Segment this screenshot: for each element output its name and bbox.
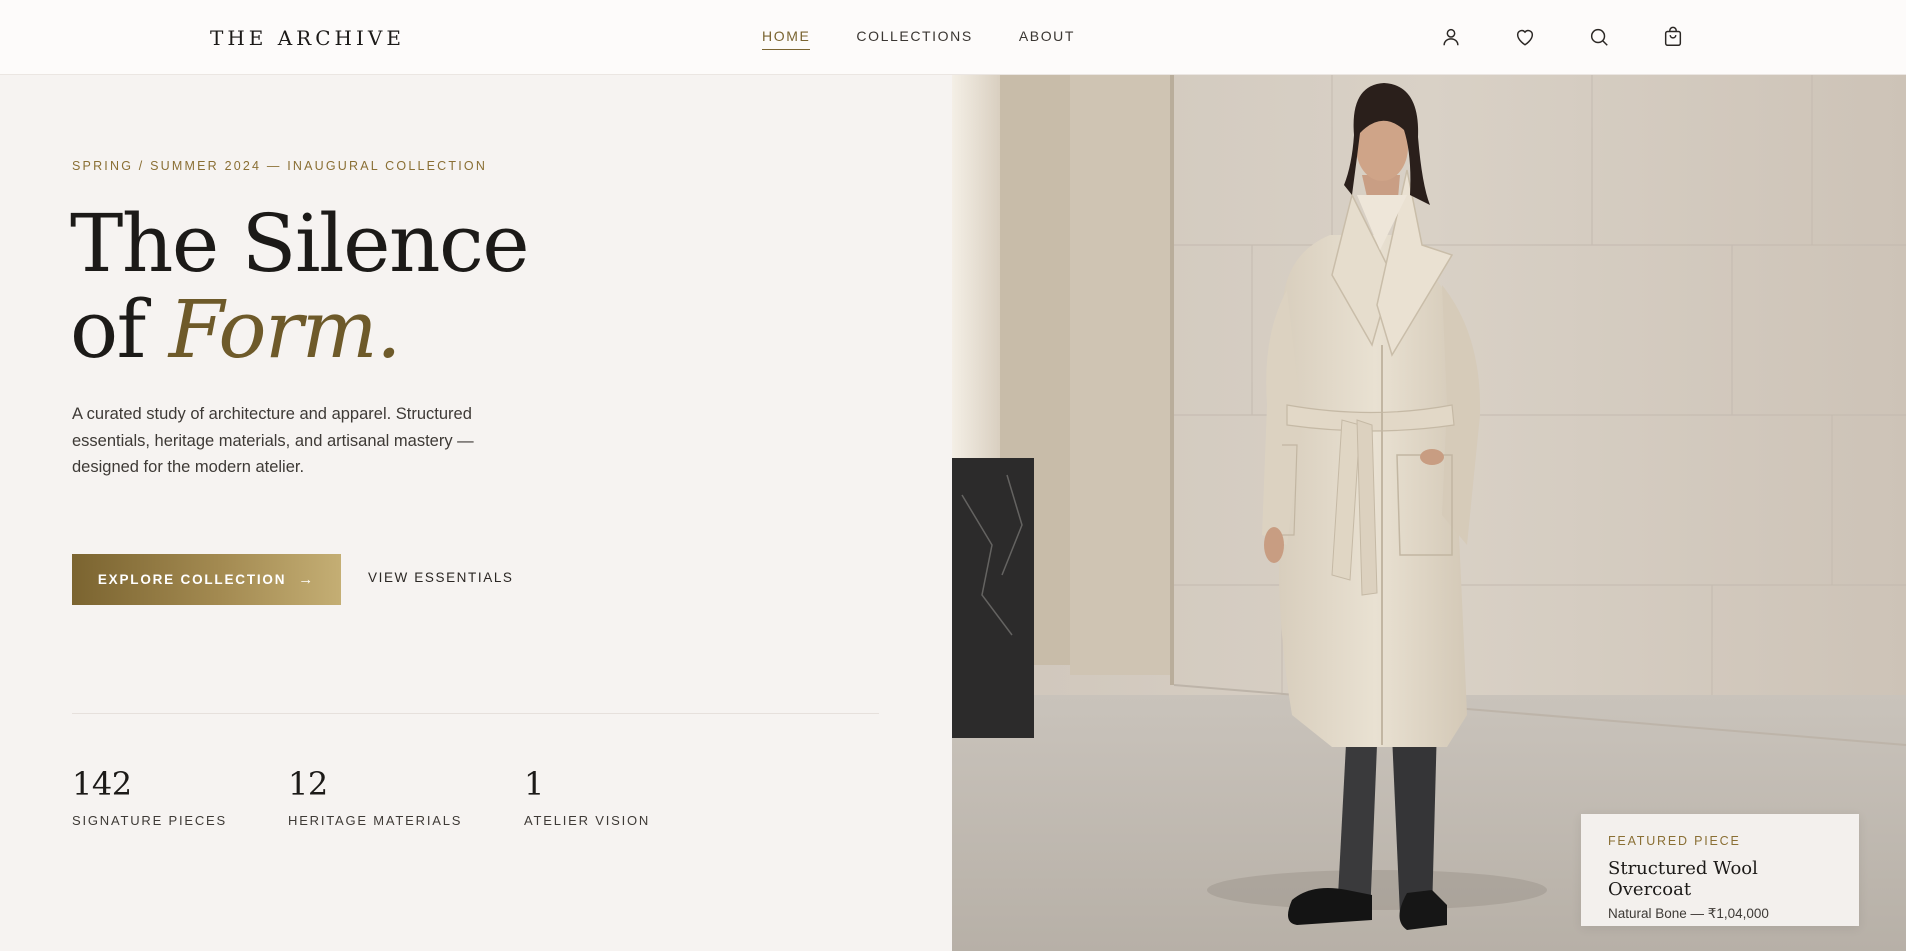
stat-value: 142 [72,765,132,803]
stat-atelier-vision: 1 ATELIER VISION [524,765,650,828]
user-icon[interactable] [1440,26,1462,48]
stat-label: HERITAGE MATERIALS [288,813,463,828]
main-nav: HOME COLLECTIONS ABOUT [762,28,1075,50]
heart-icon[interactable] [1514,26,1536,48]
stat-label: ATELIER VISION [524,813,651,828]
stat-value: 1 [524,765,544,803]
stats-divider [72,713,879,714]
stat-label: SIGNATURE PIECES [72,813,227,828]
featured-title: Structured Wool Overcoat [1608,858,1758,900]
featured-piece-card[interactable]: FEATURED PIECE Structured Wool Overcoat … [1581,814,1859,926]
hero-description: A curated study of architecture and appa… [72,405,474,476]
view-essentials-link[interactable]: VIEW ESSENTIALS [368,570,514,585]
headline-line-1: The Silence [70,197,530,290]
nav-about[interactable]: ABOUT [1019,28,1075,50]
headline-line-2-prefix: of [70,283,146,376]
arrow-right-icon: → [298,571,316,588]
stat-heritage-materials: 12 HERITAGE MATERIALS [288,765,462,828]
search-icon[interactable] [1588,26,1610,48]
brand-logo[interactable]: THE ARCHIVE [210,26,405,50]
headline-accent: Form. [168,283,402,376]
site-header: THE ARCHIVE HOME COLLECTIONS ABOUT [0,0,1906,75]
stat-signature-pieces: 142 SIGNATURE PIECES [72,765,227,828]
nav-collections[interactable]: COLLECTIONS [856,28,972,50]
collection-eyebrow: SPRING / SUMMER 2024 — INAUGURAL COLLECT… [72,159,488,173]
shopping-bag-icon[interactable] [1662,26,1684,48]
hero-headline: The Silence of Form. [70,201,530,376]
nav-home[interactable]: HOME [762,28,811,50]
hero-text-panel: SPRING / SUMMER 2024 — INAUGURAL COLLECT… [0,75,952,951]
stat-value: 12 [288,765,328,803]
explore-collection-label: EXPLORE COLLECTION [97,572,287,587]
header-actions [1440,26,1684,48]
explore-collection-button[interactable]: EXPLORE COLLECTION → [72,554,341,605]
featured-label: FEATURED PIECE [1608,834,1741,848]
featured-subtitle: Natural Bone — ₹1,04,000 [1608,906,1769,921]
